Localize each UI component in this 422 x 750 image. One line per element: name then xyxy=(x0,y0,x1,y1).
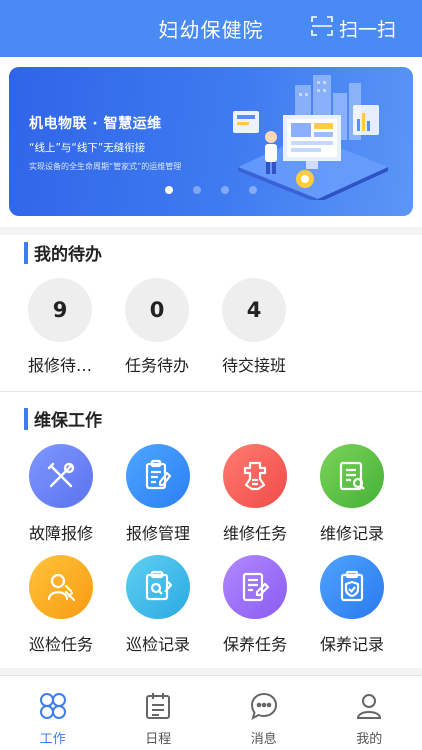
carousel-dot[interactable] xyxy=(165,186,173,194)
repair-record-button[interactable]: 维修记录 xyxy=(302,444,402,544)
repair-task-button[interactable]: 维修任务 xyxy=(205,444,305,544)
tab-mine[interactable]: 我的 xyxy=(317,676,422,750)
smart-ops-illustration xyxy=(213,75,403,204)
calendar-list-icon xyxy=(143,693,173,725)
scan-label: 扫一扫 xyxy=(338,18,396,41)
divider xyxy=(0,391,422,392)
carousel-dot[interactable] xyxy=(249,186,257,194)
grid-item-label: 保养记录 xyxy=(319,635,384,654)
tab-work[interactable]: 工作 xyxy=(0,676,106,750)
grid-item-label: 保养任务 xyxy=(222,635,287,654)
todo-item-task-pending[interactable]: 0 任务待办 xyxy=(112,278,202,376)
maintenance-task-button[interactable]: 保养任务 xyxy=(205,555,305,655)
banner-subheading: “线上”与“线下”无缝衔接 xyxy=(29,142,146,154)
patrol-record-button[interactable]: 巡检记录 xyxy=(108,555,208,655)
patrol-person-icon xyxy=(29,555,93,619)
todo-item-repair-pending[interactable]: 9 报修待… xyxy=(15,278,105,376)
grid-item-label: 报修管理 xyxy=(125,524,190,543)
todo-label: 任务待办 xyxy=(124,356,189,375)
repair-management-button[interactable]: 报修管理 xyxy=(108,444,208,544)
chat-bubble-icon xyxy=(249,692,279,725)
bottom-tab-bar: 工作 日程 消息 我的 xyxy=(0,675,422,750)
tab-label: 工作 xyxy=(39,732,66,747)
gear-tools-icon xyxy=(223,444,287,508)
grid-item-label: 维修任务 xyxy=(222,524,287,543)
todo-title: 我的待办 xyxy=(34,245,102,265)
banner-section: 机电物联 · 智慧运维 “线上”与“线下”无缝衔接 实现设备的全生命周期“管家式… xyxy=(0,57,422,227)
grid-item-label: 维修记录 xyxy=(319,524,384,543)
app-header: 妇幼保健院 扫一扫 xyxy=(0,0,422,57)
maintenance-section-title: 维保工作 xyxy=(24,406,102,431)
todo-count: 0 xyxy=(125,278,189,342)
section-separator xyxy=(0,668,422,675)
wrench-screwdriver-icon xyxy=(29,444,93,508)
promo-banner[interactable]: 机电物联 · 智慧运维 “线上”与“线下”无缝衔接 实现设备的全生命周期“管家式… xyxy=(9,67,413,216)
scan-icon xyxy=(311,15,339,41)
grid-item-label: 巡检记录 xyxy=(125,635,190,654)
user-icon xyxy=(354,694,384,725)
tab-messages[interactable]: 消息 xyxy=(211,676,317,750)
document-edit-icon xyxy=(223,555,287,619)
grid-item-label: 巡检任务 xyxy=(28,635,93,654)
clipboard-pen-icon xyxy=(126,444,190,508)
document-wrench-icon xyxy=(320,444,384,508)
todo-count: 4 xyxy=(222,278,286,342)
todo-label: 报修待… xyxy=(27,356,92,375)
document-search-icon xyxy=(126,555,190,619)
clipboard-shield-icon xyxy=(320,555,384,619)
tab-label: 消息 xyxy=(250,732,277,747)
banner-small-text: 实现设备的全生命周期“管家式”的运维管理 xyxy=(29,162,182,171)
todo-item-shift-handover[interactable]: 4 待交接班 xyxy=(209,278,299,376)
scan-button[interactable]: 扫一扫 xyxy=(311,14,396,42)
tab-label: 我的 xyxy=(356,732,383,747)
todo-label: 待交接班 xyxy=(221,356,286,375)
tab-label: 日程 xyxy=(145,732,172,747)
carousel-dot[interactable] xyxy=(221,186,229,194)
clover-grid-icon xyxy=(38,693,68,725)
tab-schedule[interactable]: 日程 xyxy=(106,676,212,750)
banner-heading: 机电物联 · 智慧运维 xyxy=(29,116,162,132)
section-accent-bar xyxy=(24,241,28,264)
todo-count: 9 xyxy=(28,278,92,342)
maintenance-record-button[interactable]: 保养记录 xyxy=(302,555,402,655)
patrol-task-button[interactable]: 巡检任务 xyxy=(11,555,111,655)
carousel-indicators xyxy=(9,186,413,194)
maintenance-title: 维保工作 xyxy=(34,411,102,431)
todo-section-title: 我的待办 xyxy=(24,240,102,265)
section-separator xyxy=(0,227,422,235)
fault-report-button[interactable]: 故障报修 xyxy=(11,444,111,544)
section-accent-bar xyxy=(24,407,28,430)
grid-item-label: 故障报修 xyxy=(28,524,93,543)
carousel-dot[interactable] xyxy=(193,186,201,194)
